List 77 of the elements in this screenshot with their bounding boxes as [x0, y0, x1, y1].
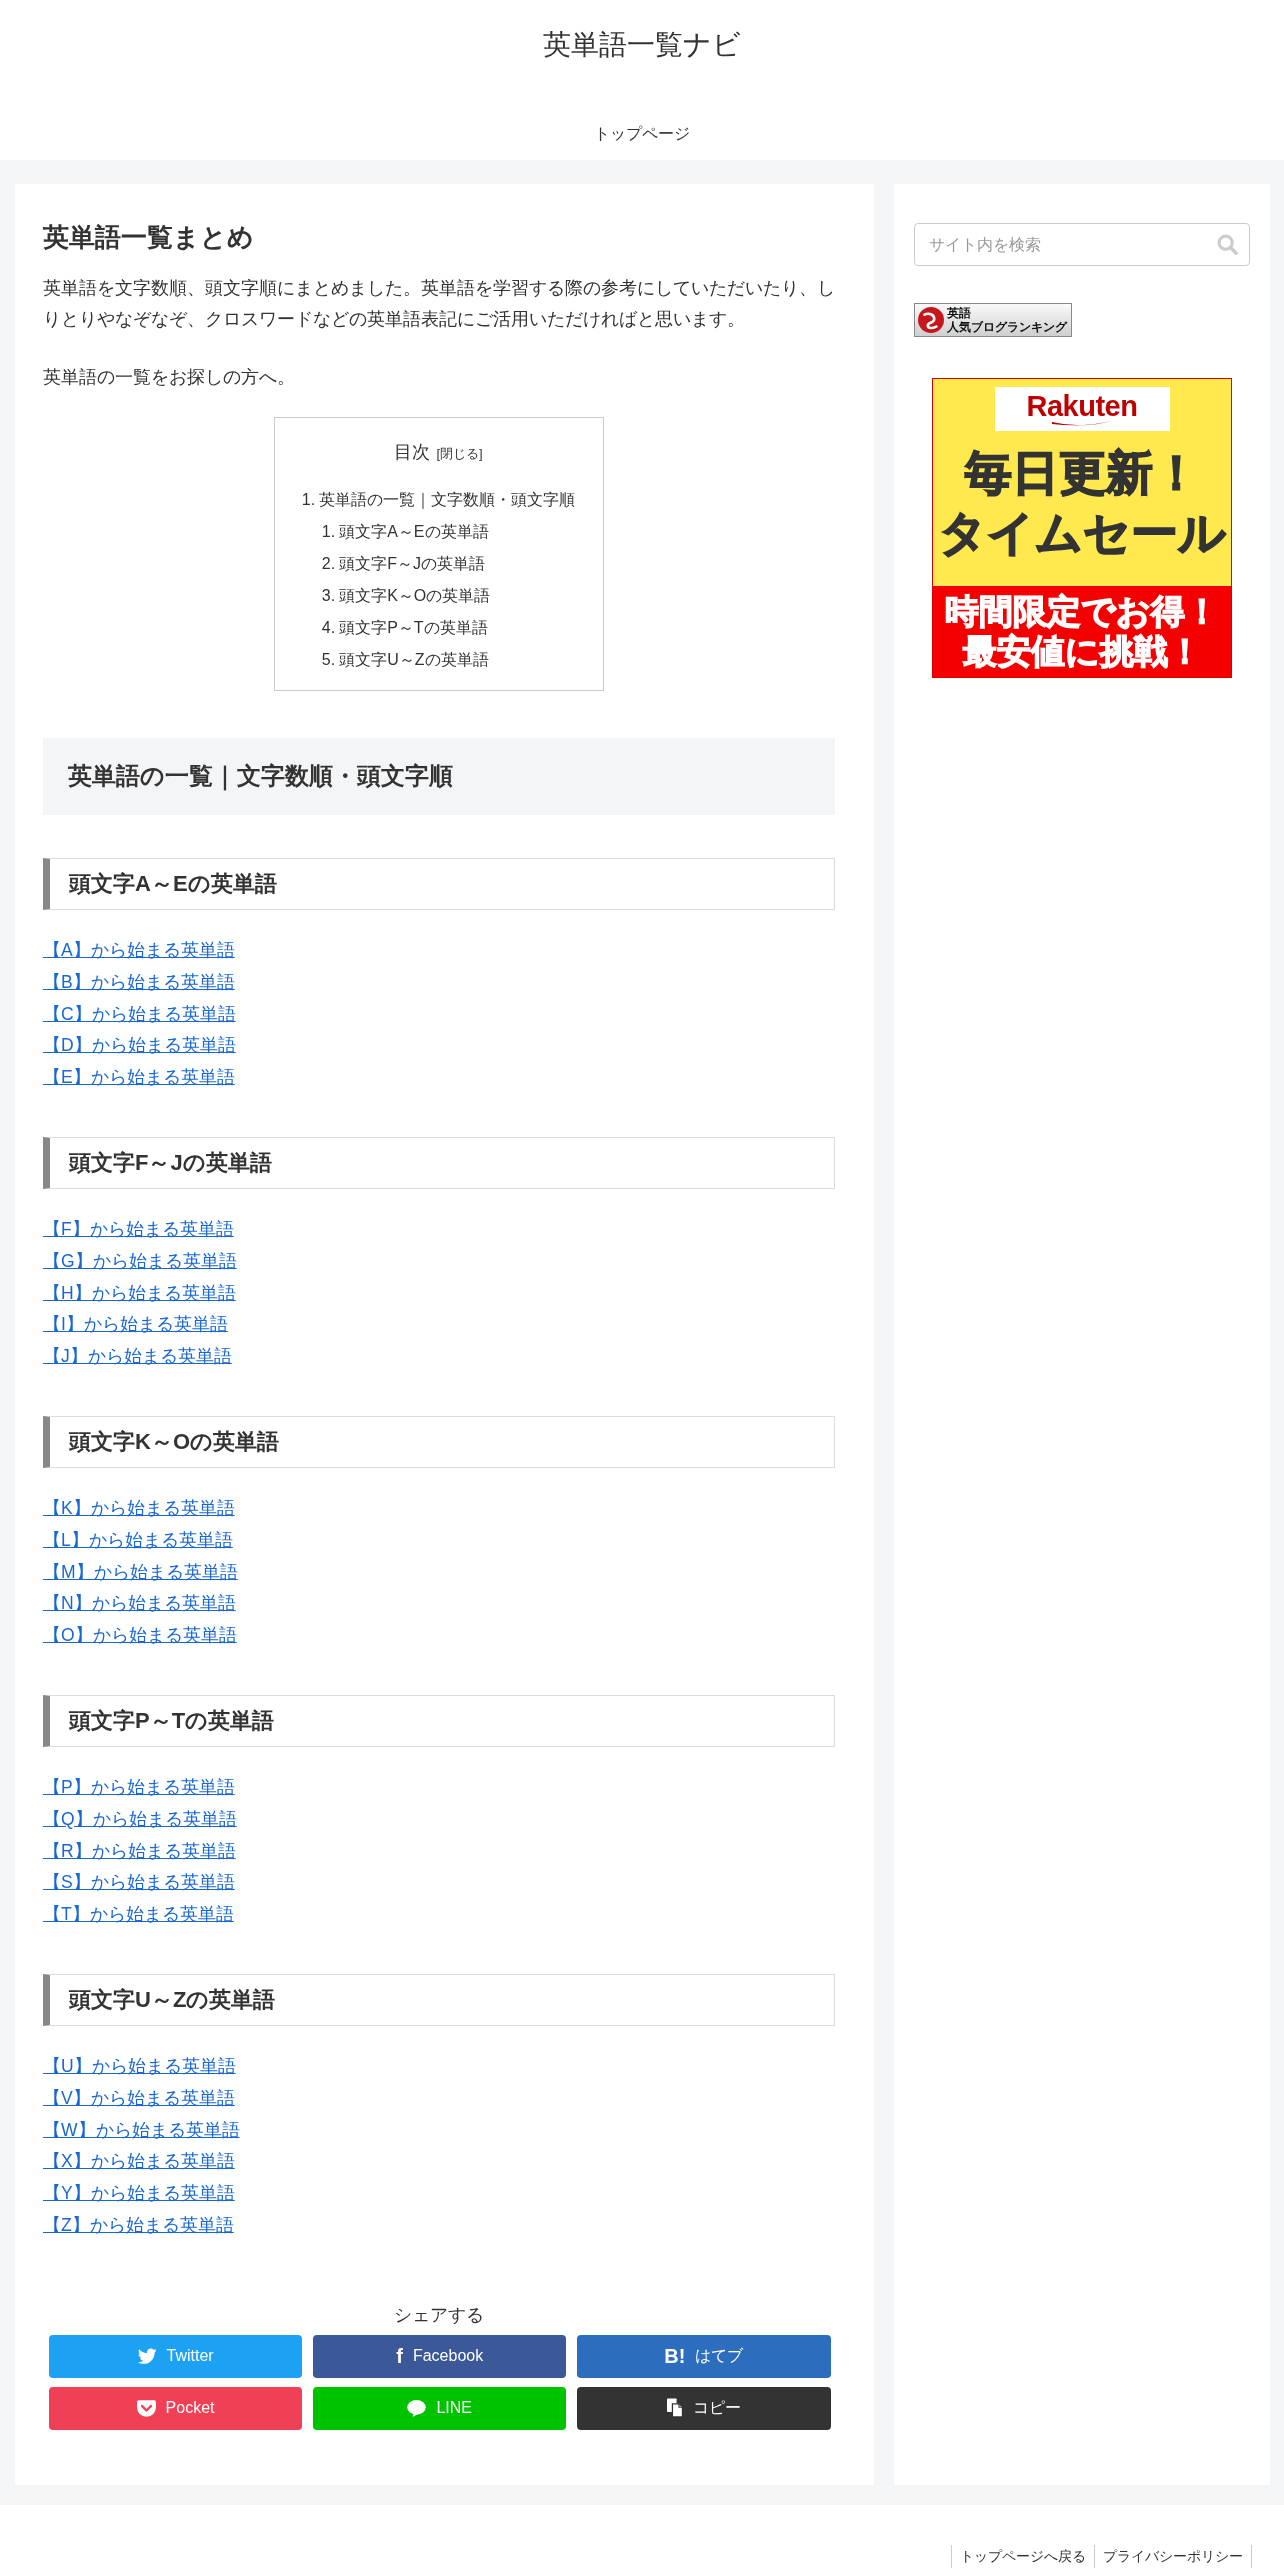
- circle-logo-icon: [918, 307, 944, 333]
- word-list-link[interactable]: 【X】から始まる英単語: [43, 2151, 235, 2172]
- word-list-link[interactable]: 【K】から始まる英単語: [43, 1497, 235, 1518]
- b-mark-icon: B!: [664, 2346, 686, 2367]
- toc-number: 2.: [321, 555, 336, 572]
- toc-number: 1.: [321, 523, 336, 540]
- share-button[interactable]: f Facebook: [313, 2334, 567, 2379]
- promo-text: 最安値に挑戦！: [962, 631, 1202, 671]
- word-list-link[interactable]: 【C】から始まる英単語: [43, 1003, 236, 1024]
- word-list-link[interactable]: 【E】から始まる英単語: [43, 1067, 235, 1088]
- share-title: シェアする: [393, 2303, 485, 2327]
- word-list-link[interactable]: 【T】から始まる英単語: [43, 1904, 234, 1925]
- page-title: 英単語一覧まとめ: [43, 221, 255, 254]
- subsection-heading: 頭文字P～Tの英単語: [43, 1694, 835, 1747]
- documents-icon: [666, 2398, 683, 2419]
- intro-text: 英単語を文字数順、頭文字順にまとめました。英単語を学習する際の参考にしていただいたり、しりとりやなぞなぞ、クロスワードなどの英単語表記にご活用いただければと思います。: [43, 276, 835, 331]
- word-list-link[interactable]: 【H】から始まる英単語: [43, 1282, 236, 1303]
- word-list-link[interactable]: 【J】から始まる英単語: [43, 1346, 232, 1367]
- subsection-heading: 頭文字F～Jの英単語: [43, 1137, 835, 1189]
- word-list-link[interactable]: 【R】から始まる英単語: [43, 1840, 236, 1861]
- share-button[interactable]: B! はてブ: [577, 2334, 831, 2379]
- banner-title: 英語: [947, 306, 972, 320]
- search-icon[interactable]: [1217, 234, 1238, 255]
- footer-link[interactable]: トップページへ戻る: [951, 2545, 1094, 2568]
- section-heading: 英単語の一覧｜文字数順・頭文字順: [43, 737, 835, 815]
- toc-link[interactable]: 頭文字F～Jの英単語: [339, 555, 485, 572]
- word-list-link[interactable]: 【Y】から始まる英単語: [43, 2183, 235, 2204]
- word-list-link[interactable]: 【S】から始まる英単語: [43, 1872, 235, 1893]
- word-list-link[interactable]: 【N】から始まる英単語: [43, 1593, 236, 1614]
- toc-title: 目次: [394, 442, 431, 462]
- word-list-link[interactable]: 【Q】から始まる英単語: [43, 1808, 237, 1829]
- toc-link[interactable]: 頭文字A～Eの英単語: [339, 523, 489, 540]
- speech-bubble-icon: [407, 2399, 427, 2417]
- word-list-link[interactable]: 【M】から始まる英単語: [43, 1561, 238, 1582]
- subsection-heading: 頭文字U～Zの英単語: [43, 1973, 835, 2026]
- promo-text: 時間限定でお得！: [945, 591, 1219, 631]
- ad-banner[interactable]: Rakuten 毎日更新！ タイムセール 時間限定でお得！ 最安値に挑戦！: [932, 378, 1232, 678]
- word-list-link[interactable]: 【W】から始まる英単語: [43, 2119, 240, 2140]
- nav-link[interactable]: トップページ: [594, 121, 690, 146]
- word-list-link[interactable]: 【G】から始まる英単語: [43, 1250, 237, 1271]
- word-list-link[interactable]: 【Z】から始まる英単語: [43, 2214, 234, 2235]
- bird-icon: [137, 2348, 157, 2365]
- word-list-link[interactable]: 【D】から始まる英単語: [43, 1035, 236, 1056]
- headline-text: 毎日更新！: [964, 445, 1200, 501]
- toc-number: 5.: [321, 651, 336, 668]
- headline-text: タイムセール: [938, 505, 1226, 561]
- shield-chevron-icon: [136, 2399, 156, 2417]
- share-button[interactable]: コピー: [577, 2386, 831, 2431]
- toc-link[interactable]: 頭文字U～Zの英単語: [339, 651, 489, 668]
- word-list-link[interactable]: 【O】から始まる英単語: [43, 1625, 237, 1646]
- f-mark-icon: f: [396, 2346, 403, 2367]
- toc-number: 4.: [321, 619, 336, 636]
- toc-link[interactable]: 頭文字K～Oの英単語: [339, 587, 491, 604]
- share-button[interactable]: Twitter: [49, 2334, 303, 2379]
- subsection-heading: 頭文字A～Eの英単語: [43, 858, 835, 910]
- share-button[interactable]: Pocket: [49, 2386, 303, 2431]
- word-list-link[interactable]: 【A】から始まる英単語: [43, 940, 235, 960]
- toc-number: 3.: [321, 587, 336, 604]
- toc-link[interactable]: 英単語の一覧｜文字数順・頭文字順: [319, 491, 576, 508]
- word-list-link[interactable]: 【F】から始まる英単語: [43, 1219, 234, 1239]
- ranking-banner[interactable]: 英語 人気ブログランキング: [914, 303, 1072, 337]
- logo-text: Rakuten: [1026, 391, 1138, 421]
- site-title[interactable]: 英単語一覧ナビ: [543, 27, 741, 63]
- word-list-link[interactable]: 【U】から始まる英単語: [43, 2055, 236, 2076]
- subsection-heading: 頭文字K～Oの英単語: [43, 1415, 835, 1468]
- search-field[interactable]: サイト内を検索: [914, 223, 1250, 266]
- banner-subtitle: 人気ブログランキング: [947, 320, 1067, 334]
- word-list-link[interactable]: 【P】から始まる英単語: [43, 1776, 235, 1797]
- footer-link[interactable]: プライバシーポリシー: [1094, 2545, 1252, 2568]
- word-list-link[interactable]: 【L】から始まる英単語: [43, 1529, 233, 1550]
- toc-number: 1.: [301, 491, 316, 508]
- intro-text: 英単語の一覧をお探しの方へ。: [43, 365, 296, 389]
- word-list-link[interactable]: 【B】から始まる英単語: [43, 971, 235, 992]
- word-list-link[interactable]: 【V】から始まる英単語: [43, 2087, 235, 2108]
- toc-link[interactable]: 頭文字P～Tの英単語: [339, 619, 488, 636]
- toc-toggle[interactable]: [閉じる]: [436, 446, 483, 461]
- word-list-link[interactable]: 【I】から始まる英単語: [43, 1314, 228, 1335]
